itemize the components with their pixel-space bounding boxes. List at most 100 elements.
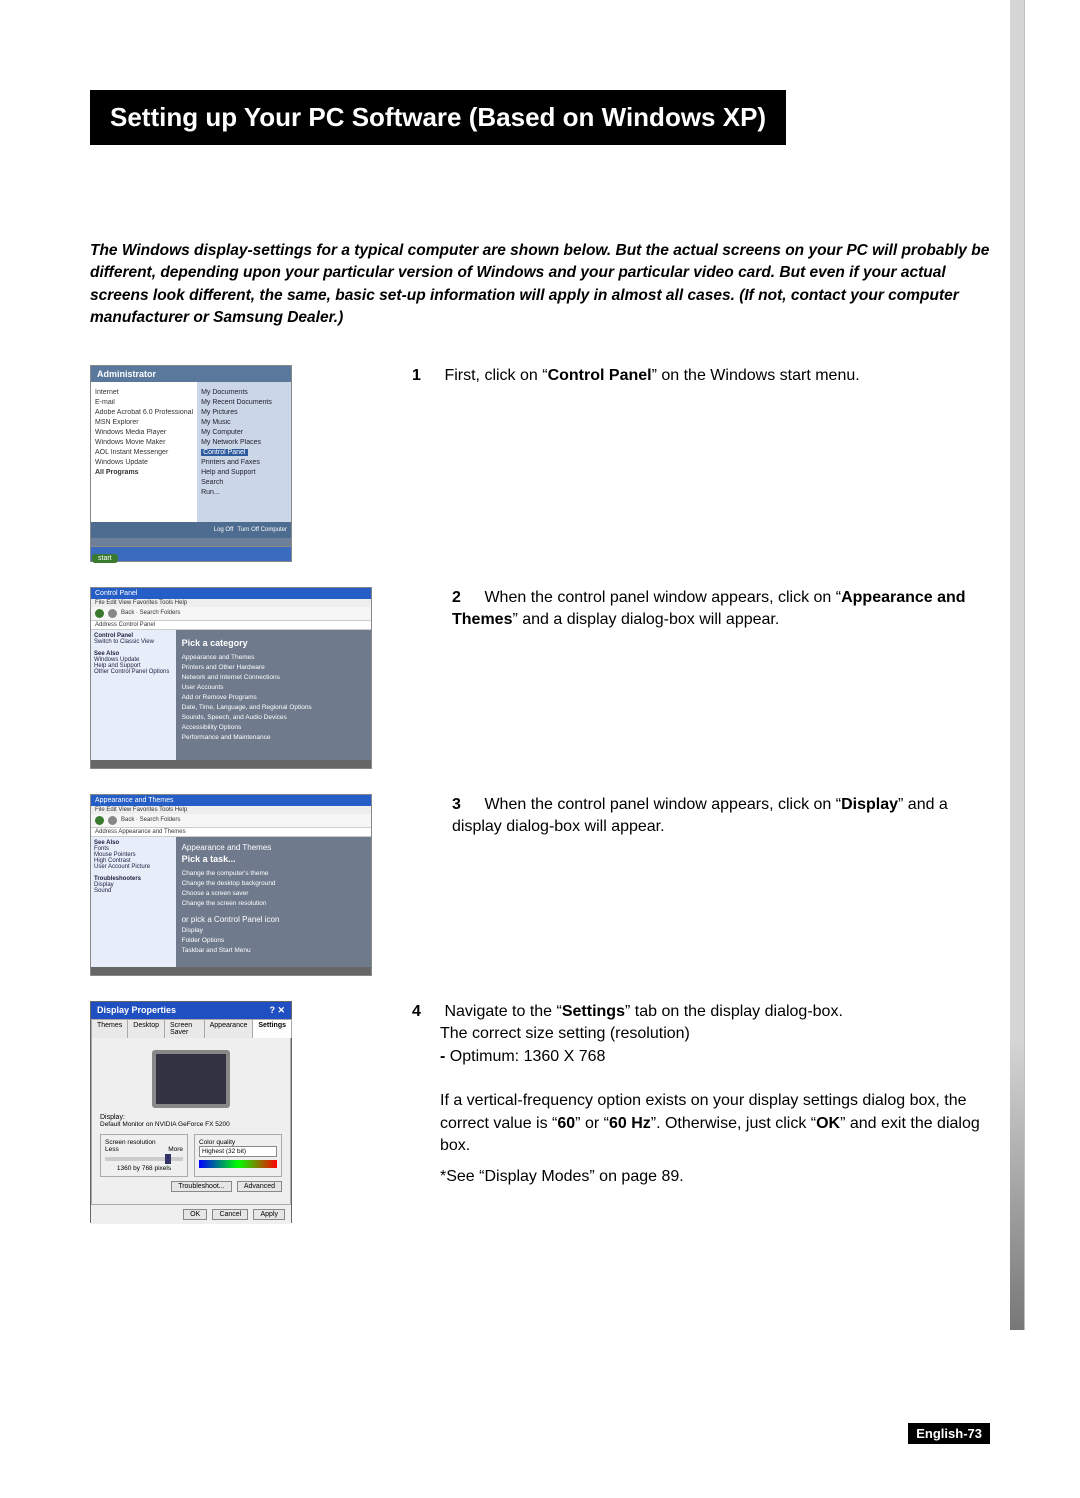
side-panel: See Also Fonts Mouse Pointers High Contr… (91, 837, 176, 967)
side-item: Other Control Panel Options (94, 669, 173, 675)
step-text-part: ” and a display dia­log-box will appear. (512, 611, 779, 628)
category-item: Performance and Maintenance (182, 734, 365, 741)
pick-task-header: Pick a task... (182, 854, 365, 864)
monitor-preview (152, 1050, 230, 1108)
cp-icon-item: Folder Options (182, 937, 365, 944)
group-label: Screen resolution (105, 1139, 183, 1146)
or-pick-icon-header: or pick a Control Panel icon (182, 915, 365, 924)
screenshot-start-menu: Administrator Internet E-mail Adobe Acro… (90, 365, 292, 547)
startmenu-shutdown: Turn Off Computer (237, 527, 287, 533)
step-text-bold: Control Panel (548, 367, 652, 384)
startmenu-item: Internet (95, 389, 193, 396)
step1-text: 1 First, click on “Control Panel” on the… (412, 365, 990, 387)
res-less: Less (105, 1146, 119, 1153)
page-title: Setting up Your PC Software (Based on Wi… (90, 90, 786, 145)
troubleshoot-button: Troubleshoot... (171, 1181, 231, 1192)
page-number-label: English-73 (908, 1423, 990, 1444)
screen-resolution-group: Screen resolution Less More 1360 by 768 … (100, 1134, 188, 1177)
startmenu-logoff: Log Off (214, 527, 234, 533)
category-item: Appearance and Themes (182, 654, 365, 661)
tab-appearance: Appearance (204, 1019, 254, 1038)
advanced-button: Advanced (237, 1181, 282, 1192)
page-side-bar (1010, 0, 1025, 1330)
back-icon (95, 816, 104, 825)
side-see-also: See Also (94, 840, 119, 846)
step-text-part: Navigate to the “ (444, 1003, 561, 1020)
startmenu-item: My Pictures (201, 409, 287, 416)
tab-desktop: Desktop (127, 1019, 165, 1038)
side-panel: Control Panel Switch to Classic View See… (91, 630, 176, 760)
task-item: Change the screen resolution (182, 900, 365, 907)
resolution-value: 1360 by 768 pixels (105, 1165, 183, 1172)
screenshot-display-properties: Display Properties ? ✕ Themes Desktop Sc… (90, 1001, 292, 1223)
side-troubleshooters: Troubleshooters (94, 876, 141, 882)
cp-icon-item: Display (182, 927, 365, 934)
side-item: User Account Picture (94, 864, 173, 870)
address-bar: Address Control Panel (91, 620, 371, 630)
screenshot-control-panel: Control Panel File Edit View Favorites T… (90, 587, 372, 769)
category-item: Printers and Other Hardware (182, 664, 365, 671)
startmenu-item: My Music (201, 419, 287, 426)
screenshot-appearance-themes: Appearance and Themes File Edit View Fav… (90, 794, 372, 976)
step-text-part: ” or “ (575, 1115, 609, 1132)
resolution-slider (105, 1157, 183, 1161)
startmenu-item: My Network Places (201, 439, 287, 446)
step-text-bold: Display (841, 796, 898, 813)
step-text-part: ”. Otherwise, just click “ (651, 1115, 816, 1132)
see-note: *See “Display Modes” on page 89. (412, 1166, 990, 1188)
back-icon (95, 609, 104, 618)
step-text-part: ” on the Windows start menu. (652, 367, 860, 384)
step-text-line: The correct size setting (resolution) (412, 1023, 990, 1045)
color-bar (199, 1160, 277, 1168)
close-icon: ? ✕ (269, 1005, 285, 1016)
toolbar: Back · Search Folders (91, 607, 371, 620)
forward-icon (108, 609, 117, 618)
side-see-also: See Also (94, 651, 119, 657)
startmenu-user: Administrator (91, 366, 291, 382)
category-item: Date, Time, Language, and Regional Optio… (182, 704, 365, 711)
category-item: User Accounts (182, 684, 365, 691)
intro-paragraph: The Windows display-settings for a typic… (90, 240, 990, 330)
dialog-title: Display Properties ? ✕ (91, 1002, 291, 1019)
startmenu-all-programs: All Programs (95, 469, 193, 476)
category-item: Add or Remove Programs (182, 694, 365, 701)
startmenu-item: Run... (201, 489, 287, 496)
display-value: Default Monitor on NVIDIA GeForce FX 520… (100, 1121, 282, 1128)
startmenu-item: AOL Instant Messenger (95, 449, 193, 456)
step-text-bold: Settings (562, 1003, 625, 1020)
page-footer: English-73 (908, 1425, 990, 1443)
slider-knob (165, 1154, 171, 1164)
step2-text: 2 When the control panel window appears,… (452, 587, 990, 632)
step-text-part: When the control panel window appears, c… (484, 796, 841, 813)
tab-themes: Themes (91, 1019, 128, 1038)
color-quality-group: Color quality Highest (32 bit) (194, 1134, 282, 1177)
toolbar-text: Back · Search Folders (121, 610, 180, 616)
pick-category-header: Pick a category (182, 638, 365, 648)
main-panel: Pick a category Appearance and Themes Pr… (176, 630, 371, 760)
res-more: More (168, 1146, 183, 1153)
tab-settings: Settings (252, 1019, 292, 1038)
taskbar: start (90, 547, 292, 562)
startmenu-item: Windows Media Player (95, 429, 193, 436)
tab-strip: Themes Desktop Screen Saver Appearance S… (91, 1019, 291, 1038)
forward-icon (108, 816, 117, 825)
step-text-bold: 60 Hz (609, 1115, 651, 1132)
window-title: Appearance and Themes (91, 795, 371, 806)
step-number: 4 (412, 1001, 440, 1023)
step-text-bold: 60 (557, 1115, 575, 1132)
startmenu-item: Adobe Acrobat 6.0 Professional (95, 409, 193, 416)
startmenu-control-panel: Control Panel (201, 449, 247, 456)
startmenu-item: Help and Support (201, 469, 287, 476)
category-item: Sounds, Speech, and Audio Devices (182, 714, 365, 721)
color-quality-value: Highest (32 bit) (199, 1146, 277, 1157)
dialog-title-text: Display Properties (97, 1005, 176, 1016)
toolbar-text: Back · Search Folders (121, 817, 180, 823)
side-item: Sound (94, 888, 173, 894)
step-text-prefix: - (440, 1048, 450, 1065)
task-item: Change the desktop background (182, 880, 365, 887)
step-number: 1 (412, 365, 440, 387)
start-button: start (92, 554, 118, 563)
startmenu-item: Search (201, 479, 287, 486)
main-panel: Appearance and Themes Pick a task... Cha… (176, 837, 371, 967)
task-item: Change the computer's theme (182, 870, 365, 877)
